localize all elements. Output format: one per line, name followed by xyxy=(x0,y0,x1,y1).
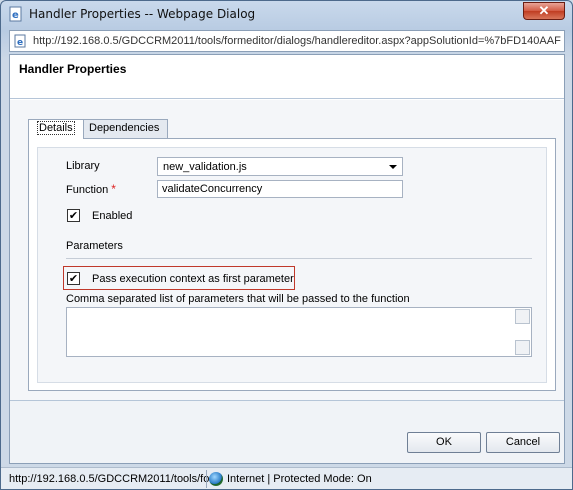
required-indicator: * xyxy=(111,182,116,196)
page-icon: e xyxy=(14,34,26,48)
status-separator xyxy=(206,470,207,488)
close-button[interactable]: ✕ xyxy=(523,2,565,20)
params-textarea[interactable] xyxy=(66,307,532,357)
address-url: http://192.168.0.5/GDCCRM2011/tools/form… xyxy=(33,35,561,47)
function-label-text: Function xyxy=(66,184,109,196)
parameters-divider xyxy=(66,258,532,259)
scroll-up-button[interactable] xyxy=(515,309,530,324)
tab-dependencies[interactable]: Dependencies xyxy=(80,119,169,138)
chevron-down-icon xyxy=(389,165,397,169)
ok-button[interactable]: OK xyxy=(407,432,481,453)
function-field[interactable]: validateConcurrency xyxy=(157,180,403,198)
enabled-checkbox[interactable]: ✔ xyxy=(67,209,80,222)
window-title: Handler Properties -- Webpage Dialog xyxy=(29,7,256,21)
parameters-heading: Parameters xyxy=(66,240,123,252)
pass-context-label: Pass execution context as first paramete… xyxy=(92,273,294,285)
status-bar: http://192.168.0.5/GDCCRM2011/tools/fo I… xyxy=(1,467,572,489)
tab-details-label: Details xyxy=(37,121,75,135)
globe-icon xyxy=(209,472,223,486)
details-form: Library new_validation.js Function * vali… xyxy=(37,147,547,383)
title-bar[interactable]: e Handler Properties -- Webpage Dialog ✕ xyxy=(1,1,572,27)
status-url: http://192.168.0.5/GDCCRM2011/tools/fo xyxy=(9,473,209,485)
dialog-body: Details Dependencies Library new_validat… xyxy=(10,100,564,400)
dialog-footer: OK Cancel xyxy=(10,400,564,463)
params-list-label: Comma separated list of parameters that … xyxy=(66,293,410,305)
address-bar[interactable]: e http://192.168.0.5/GDCCRM2011/tools/fo… xyxy=(9,30,565,52)
function-label: Function * xyxy=(66,182,116,196)
ie-page-icon: e xyxy=(9,6,22,22)
details-panel: Library new_validation.js Function * vali… xyxy=(28,138,556,391)
library-select[interactable]: new_validation.js xyxy=(157,157,403,176)
dialog-window: e Handler Properties -- Webpage Dialog ✕… xyxy=(0,0,573,490)
cancel-button[interactable]: Cancel xyxy=(486,432,560,453)
library-value: new_validation.js xyxy=(163,161,247,173)
dialog-header: Handler Properties xyxy=(10,55,564,99)
page-title: Handler Properties xyxy=(19,62,127,76)
svg-text:e: e xyxy=(12,10,19,21)
pass-context-checkbox[interactable]: ✔ xyxy=(67,272,80,285)
scroll-down-button[interactable] xyxy=(515,340,530,355)
library-label: Library xyxy=(66,160,100,172)
svg-text:e: e xyxy=(17,38,23,48)
security-zone: Internet | Protected Mode: On xyxy=(227,473,372,485)
dialog-content: Handler Properties Details Dependencies … xyxy=(9,54,565,464)
tab-details[interactable]: Details xyxy=(28,119,84,139)
enabled-label: Enabled xyxy=(92,210,133,222)
